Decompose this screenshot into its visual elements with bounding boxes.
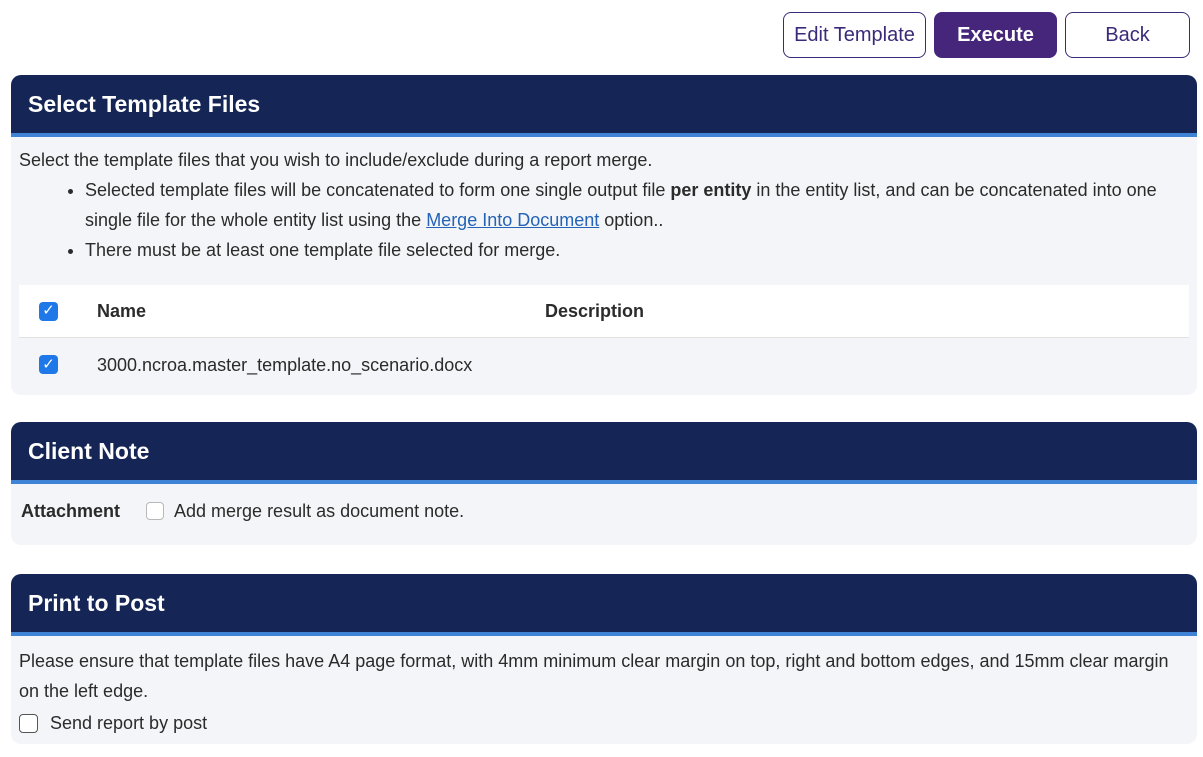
attachment-label: Attachment xyxy=(21,501,121,521)
checkmark-icon: ✓ xyxy=(42,302,55,319)
select-template-body: Select the template files that you wish … xyxy=(11,137,1197,391)
execute-button[interactable]: Execute xyxy=(934,12,1057,58)
merge-into-document-link[interactable]: Merge Into Document xyxy=(426,210,599,230)
template-files-table: ✓ Name Description ✓ 3000.ncroa.master_t… xyxy=(19,285,1189,391)
document-note-label[interactable]: Add merge result as document note. xyxy=(174,496,464,526)
send-by-post-checkbox[interactable] xyxy=(19,713,38,733)
table-header-row: ✓ Name Description xyxy=(19,285,1189,338)
send-by-post-label[interactable]: Send report by post xyxy=(50,708,207,738)
back-button[interactable]: Back xyxy=(1065,12,1190,58)
row-check-cell: ✓ xyxy=(19,355,97,374)
column-header-description[interactable]: Description xyxy=(545,296,1189,326)
print-to-post-description: Please ensure that template files have A… xyxy=(19,651,1169,701)
document-note-checkbox[interactable] xyxy=(146,502,165,520)
bullet-bold-text: per entity xyxy=(670,180,752,200)
select-template-bullets: Selected template files will be concaten… xyxy=(19,175,1189,265)
checkmark-icon: ✓ xyxy=(42,355,55,373)
attachment-row: Attachment Add merge result as document … xyxy=(19,496,1189,526)
template-file-name: 3000.ncroa.master_template.no_scenario.d… xyxy=(97,354,473,375)
row-checkbox[interactable]: ✓ xyxy=(39,355,58,374)
select-template-intro: Select the template files that you wish … xyxy=(19,150,653,170)
print-to-post-body: Please ensure that template files have A… xyxy=(11,636,1197,738)
client-note-body: Attachment Add merge result as document … xyxy=(11,484,1197,526)
select-all-checkbox[interactable]: ✓ xyxy=(39,301,58,321)
table-row[interactable]: ✓ 3000.ncroa.master_template.no_scenario… xyxy=(19,338,1189,391)
header-check-cell: ✓ xyxy=(19,301,97,321)
select-template-panel: Select Template Files Select the templat… xyxy=(11,75,1197,395)
select-template-header: Select Template Files xyxy=(11,75,1197,137)
print-to-post-panel: Print to Post Please ensure that templat… xyxy=(11,574,1197,744)
bullet-text: option.. xyxy=(599,210,664,230)
client-note-panel: Client Note Attachment Add merge result … xyxy=(11,422,1197,545)
client-note-header: Client Note xyxy=(11,422,1197,484)
edit-template-button[interactable]: Edit Template xyxy=(783,12,926,58)
print-to-post-header: Print to Post xyxy=(11,574,1197,636)
column-header-name[interactable]: Name xyxy=(97,296,545,326)
bullet-concatenation: Selected template files will be concaten… xyxy=(85,175,1189,235)
bullet-text: Selected template files will be concaten… xyxy=(85,180,671,200)
bullet-minimum-selection: There must be at least one template file… xyxy=(85,235,1189,265)
toolbar: Edit Template Execute Back xyxy=(783,12,1190,58)
send-by-post-row: Send report by post xyxy=(19,708,1189,738)
